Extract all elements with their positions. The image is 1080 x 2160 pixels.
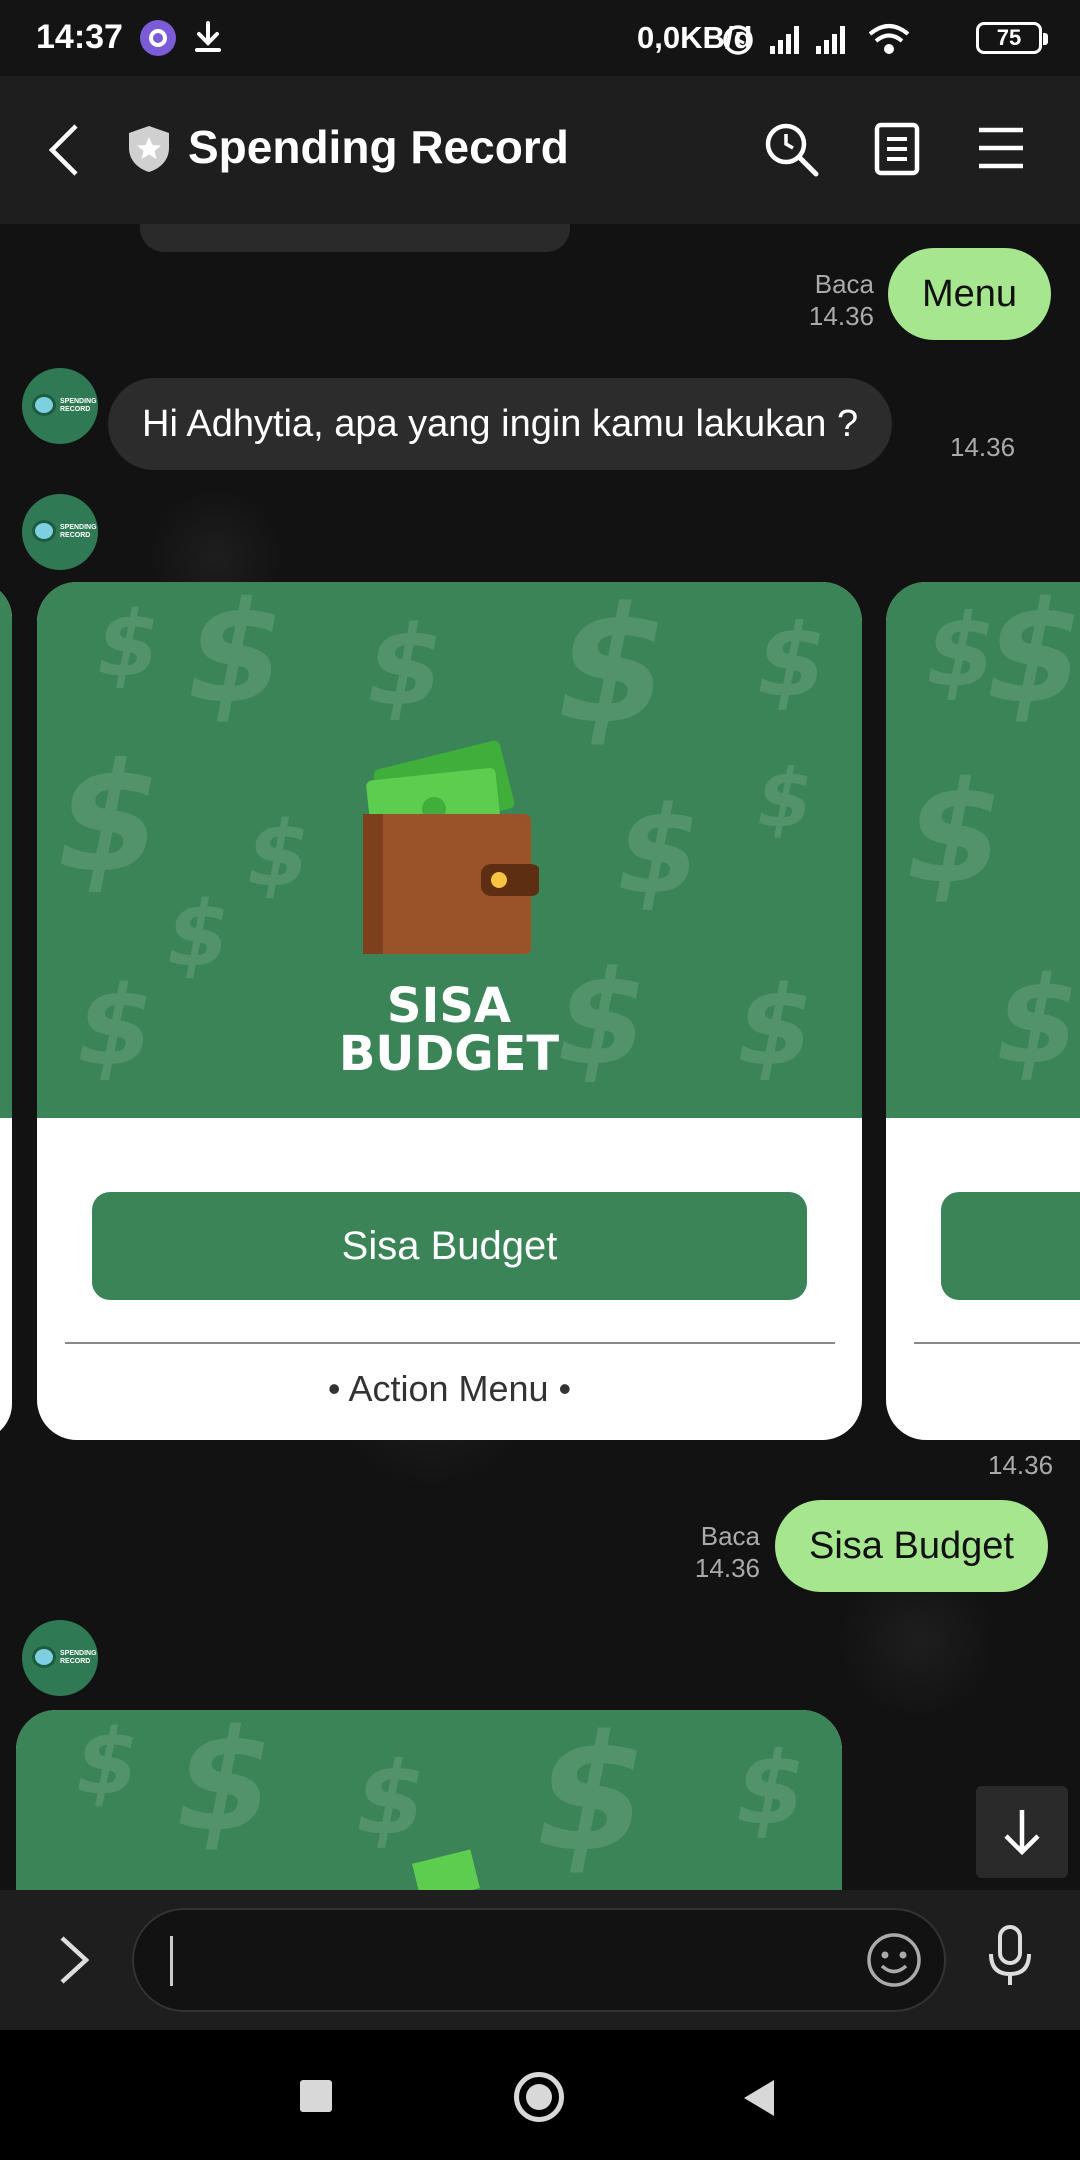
home-button[interactable] bbox=[514, 2072, 564, 2122]
dollar-pattern: $ bbox=[536, 1710, 648, 1887]
text-caret bbox=[170, 1936, 173, 1986]
dollar-pattern: $ bbox=[617, 782, 701, 921]
carousel-card-partial[interactable]: $ $ $ $ $ bbox=[16, 1710, 842, 1890]
incoming-message[interactable]: Hi Adhytia, apa yang ingin kamu lakukan … bbox=[108, 378, 893, 470]
carousel-time: 14.36 bbox=[988, 1450, 1054, 1480]
previous-message-edge bbox=[140, 224, 570, 252]
alarm-icon bbox=[723, 25, 753, 55]
read-status: Baca bbox=[700, 1521, 760, 1551]
dollar-pattern: $ bbox=[557, 582, 669, 759]
card-image: $ $ $ $ $ bbox=[16, 1710, 842, 1890]
back-arrow-icon[interactable] bbox=[44, 120, 84, 185]
outgoing-message[interactable]: Sisa Budget bbox=[775, 1500, 1048, 1592]
dollar-pattern: $ bbox=[77, 962, 154, 1090]
dollar-pattern: $ bbox=[996, 952, 1080, 1091]
dollar-pattern: $ bbox=[57, 732, 162, 906]
message-input[interactable] bbox=[132, 1908, 946, 2012]
app-notification-icon bbox=[140, 20, 176, 56]
message-time: 14.36 bbox=[808, 301, 874, 331]
expand-chevron-icon[interactable] bbox=[56, 1932, 92, 1993]
dollar-pattern: $ bbox=[986, 582, 1080, 735]
dollar-pattern: $ bbox=[906, 752, 1004, 915]
status-bar: 14:37 0,0KB/d 75 bbox=[0, 0, 1080, 76]
dollar-pattern: $ bbox=[76, 1710, 139, 1815]
message-time: 14.36 bbox=[694, 1553, 760, 1583]
arrow-down-icon bbox=[1004, 1810, 1040, 1856]
carousel-card-next[interactable]: $ $ $ $ bbox=[886, 582, 1080, 1440]
system-nav-bar bbox=[0, 2030, 1080, 2160]
card-image: $ $ $ $ bbox=[886, 582, 1080, 1118]
bot-avatar[interactable]: SPENDING RECORD bbox=[22, 1620, 98, 1696]
search-icon[interactable] bbox=[762, 120, 822, 185]
outgoing-message[interactable]: Menu bbox=[888, 248, 1052, 340]
message-meta: Baca 14.36 bbox=[656, 1520, 760, 1584]
hamburger-menu-icon[interactable] bbox=[976, 126, 1026, 175]
scroll-down-button[interactable] bbox=[976, 1786, 1068, 1878]
dollar-pattern: $ bbox=[736, 1730, 806, 1847]
avatar-logo bbox=[32, 520, 56, 542]
card-divider bbox=[65, 1342, 835, 1344]
message-input-bar bbox=[0, 1890, 1080, 2030]
card-footer-label: • Action Menu • bbox=[327, 1368, 572, 1409]
message-time: 14.36 bbox=[950, 432, 1016, 462]
card-divider bbox=[914, 1342, 1080, 1344]
avatar-label: SPENDING RECORD bbox=[60, 524, 97, 539]
signal-icon-2 bbox=[816, 26, 845, 54]
microphone-icon[interactable] bbox=[986, 1924, 1034, 1993]
signal-icon bbox=[770, 26, 799, 54]
carousel-card[interactable]: $ $ $ $ $ $ $ $ $ $ $ $ $ SISA BUDGET Si… bbox=[37, 582, 862, 1440]
card-image-title: SISA BUDGET bbox=[338, 978, 560, 1082]
chat-header: Spending Record bbox=[0, 76, 1080, 224]
dollar-pattern: $ bbox=[356, 1740, 426, 1857]
read-status: Baca bbox=[814, 269, 874, 299]
dollar-pattern: $ bbox=[176, 1710, 274, 1863]
notes-icon[interactable] bbox=[872, 122, 922, 181]
download-icon bbox=[192, 20, 224, 59]
message-meta: Baca 14.36 bbox=[770, 268, 874, 332]
card-image: $ $ $ $ $ $ $ $ $ $ $ $ $ SISA BUDGET bbox=[37, 582, 862, 1118]
bot-avatar[interactable]: SPENDING RECORD bbox=[22, 368, 98, 444]
chat-area[interactable]: Baca 14.36 Menu SPENDING RECORD Hi Adhyt… bbox=[0, 224, 1080, 1890]
avatar-logo bbox=[32, 394, 56, 416]
dollar-pattern: $ bbox=[187, 582, 285, 735]
dollar-pattern: $ bbox=[167, 882, 230, 987]
dollar-pattern: $ bbox=[97, 592, 160, 697]
card-image bbox=[0, 582, 12, 1118]
avatar-label: SPENDING RECORD bbox=[60, 398, 97, 413]
dollar-pattern: $ bbox=[367, 602, 444, 730]
system-back-button[interactable] bbox=[744, 2080, 774, 2116]
avatar-logo bbox=[32, 1646, 56, 1668]
card-button[interactable] bbox=[941, 1192, 1080, 1300]
battery-indicator: 75 bbox=[976, 22, 1048, 54]
bot-avatar[interactable]: SPENDING RECORD bbox=[22, 494, 98, 570]
wallet-icon bbox=[363, 740, 539, 954]
status-time: 14:37 bbox=[36, 18, 123, 56]
dollar-pattern: $ bbox=[247, 802, 310, 907]
avatar-label: SPENDING RECORD bbox=[60, 1650, 97, 1665]
shield-star-icon bbox=[126, 124, 172, 179]
status-icons bbox=[720, 18, 960, 65]
chat-title[interactable]: Spending Record bbox=[188, 120, 569, 174]
dollar-pattern: $ bbox=[737, 962, 814, 1090]
sisa-budget-button[interactable]: Sisa Budget bbox=[92, 1192, 807, 1300]
dollar-pattern: $ bbox=[757, 602, 827, 719]
wifi-icon bbox=[868, 24, 910, 54]
carousel-card-previous[interactable] bbox=[0, 582, 12, 1440]
recent-apps-button[interactable] bbox=[300, 2080, 332, 2112]
dollar-pattern: $ bbox=[757, 752, 813, 845]
emoji-icon[interactable] bbox=[864, 1930, 924, 1995]
